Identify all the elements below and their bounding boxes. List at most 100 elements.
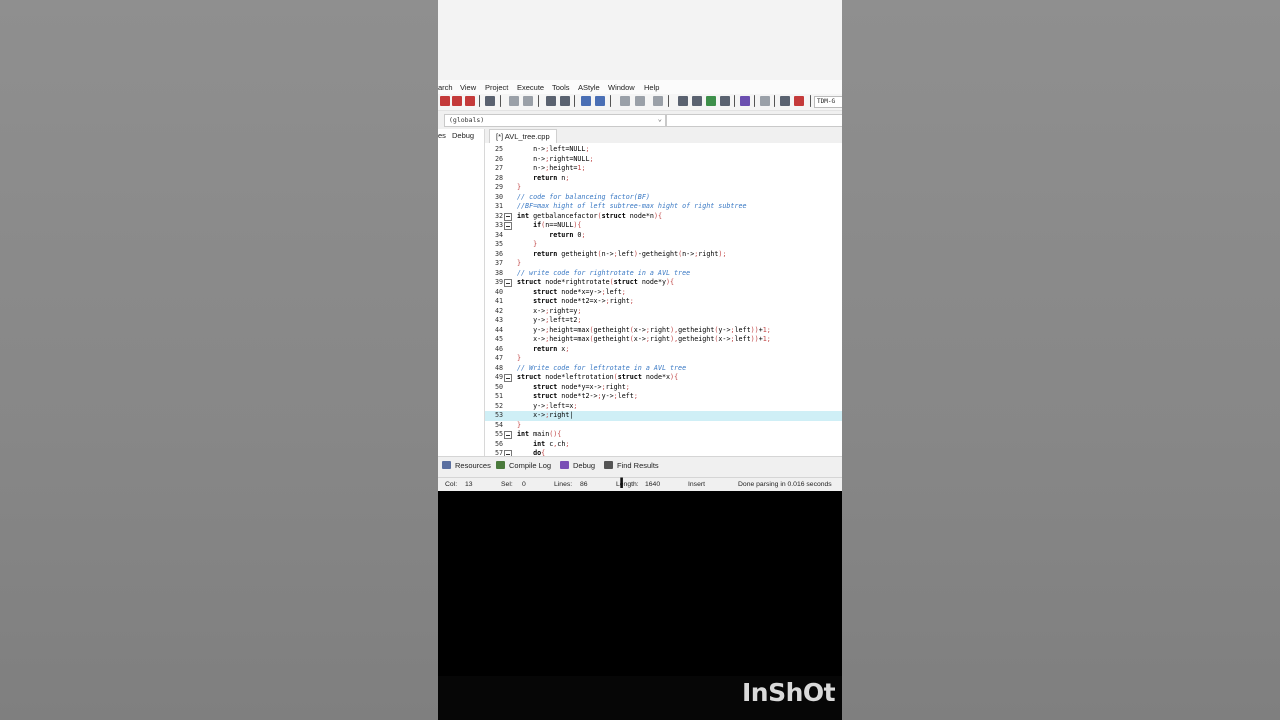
close-file-icon[interactable] xyxy=(440,96,450,106)
code-line[interactable]: 45 x->;height=max(getheight(x->;right),g… xyxy=(485,335,842,345)
menu-astyle[interactable]: AStyle xyxy=(578,83,600,92)
top-blank-area xyxy=(438,0,842,80)
menu-project[interactable]: Project xyxy=(485,83,508,92)
scope-select[interactable]: (globals) ⌄ xyxy=(444,114,666,127)
unindent-icon[interactable] xyxy=(595,96,605,106)
line-number: 30 xyxy=(494,192,503,201)
check-icon[interactable] xyxy=(740,96,750,106)
bookmark-next-icon[interactable] xyxy=(635,96,645,106)
code-line[interactable]: 30 // code for balanceing factor(BF) xyxy=(485,193,842,203)
code-text: struct node*y=x->;right; xyxy=(533,382,630,391)
menu-view[interactable]: View xyxy=(460,83,476,92)
table-icon[interactable] xyxy=(706,96,716,106)
replace-icon[interactable] xyxy=(560,96,570,106)
code-line[interactable]: 26 n->;right=NULL; xyxy=(485,155,842,165)
fold-toggle-icon[interactable] xyxy=(504,222,512,230)
line-number: 49 xyxy=(494,373,503,381)
code-line[interactable]: 41 struct node*t2=x->;right; xyxy=(485,297,842,307)
code-line[interactable]: 29} xyxy=(485,183,842,193)
grid-small-icon[interactable] xyxy=(720,96,730,106)
code-line[interactable]: 49 struct node*leftrotation(struct node*x… xyxy=(485,373,842,383)
close-all-icon[interactable] xyxy=(452,96,462,106)
line-number: 35 xyxy=(494,240,503,248)
redo-icon[interactable] xyxy=(523,96,533,106)
shield-icon[interactable] xyxy=(653,96,663,106)
code-comment: // Write code for leftrotate in a AVL tr… xyxy=(517,363,687,372)
toolbar-separator xyxy=(500,95,501,107)
fold-toggle-icon[interactable] xyxy=(504,374,512,382)
code-line[interactable]: 28 return n; xyxy=(485,174,842,184)
code-text: x->;right| xyxy=(517,411,574,419)
code-text: return getheight(n->;left)-getheight(n->… xyxy=(533,249,727,258)
code-line[interactable]: 51 struct node*t2->;y->;left; xyxy=(485,392,842,402)
line-number: 26 xyxy=(494,154,503,163)
code-line[interactable]: 48 // Write code for leftrotate in a AVL … xyxy=(485,364,842,374)
code-editor[interactable]: 25 n->;left=NULL; 26 n->;right=NULL; 27 n-… xyxy=(485,143,842,456)
code-line[interactable]: 38 // write code for rightrotate in a AVL… xyxy=(485,269,842,279)
code-line[interactable]: 31 //BF=max hight of left subtree-max hig… xyxy=(485,202,842,212)
code-line[interactable]: 32 int getbalancefactor(struct node*n){ xyxy=(485,212,842,222)
line-number: 51 xyxy=(494,392,503,400)
code-line[interactable]: 50 struct node*y=x->;right; xyxy=(485,383,842,393)
tab-debug-left[interactable]: Debug xyxy=(452,131,474,140)
code-line[interactable]: 40 struct node*x=y->;left; xyxy=(485,288,842,298)
cancel-icon[interactable] xyxy=(760,96,770,106)
print-icon[interactable] xyxy=(485,96,495,106)
line-number: 46 xyxy=(494,344,503,353)
code-line[interactable]: 27 n->;height=1; xyxy=(485,164,842,174)
fold-toggle-icon[interactable] xyxy=(504,279,512,287)
tab-compile-log[interactable]: Compile Log xyxy=(496,461,551,470)
code-text: return n; xyxy=(533,173,570,182)
code-line[interactable]: 54} xyxy=(485,421,842,431)
find-icon[interactable] xyxy=(546,96,556,106)
close-project-icon[interactable] xyxy=(465,96,475,106)
line-number: 56 xyxy=(494,439,503,448)
code-line[interactable]: 57 do{ xyxy=(485,449,842,456)
code-line[interactable]: 42 x->;right=y; xyxy=(485,307,842,317)
video-frame: arch View Project Execute Tools AStyle W… xyxy=(438,0,842,720)
menu-execute[interactable]: Execute xyxy=(517,83,544,92)
code-line[interactable]: 46 return x; xyxy=(485,345,842,355)
code-line[interactable]: 35 } xyxy=(485,240,842,250)
menu-search[interactable]: arch xyxy=(438,83,453,92)
code-comment: // write code for rightrotate in a AVL t… xyxy=(517,268,691,277)
code-line[interactable]: 34 return 0; xyxy=(485,231,842,241)
profile-icon[interactable] xyxy=(794,96,804,106)
code-line[interactable]: 44 y->;height=max(getheight(x->;right),g… xyxy=(485,326,842,336)
code-line[interactable]: 25 n->;left=NULL; xyxy=(485,145,842,155)
code-line[interactable]: 36 return getheight(n->;left)-getheight(… xyxy=(485,250,842,260)
code-text: int c,ch; xyxy=(533,439,570,448)
undo-icon[interactable] xyxy=(509,96,519,106)
grid-icon[interactable] xyxy=(678,96,688,106)
code-line[interactable]: 52 y->;left=x; xyxy=(485,402,842,412)
code-line[interactable]: 47} xyxy=(485,354,842,364)
code-text: } xyxy=(517,259,522,267)
tab-resources[interactable]: Resources xyxy=(442,461,491,470)
code-line[interactable]: 55 int main(){ xyxy=(485,430,842,440)
code-line[interactable]: 56 int c,ch; xyxy=(485,440,842,450)
code-line[interactable]: 37} xyxy=(485,259,842,269)
symbol-select[interactable] xyxy=(666,114,842,127)
compiler-select[interactable]: TDM-G xyxy=(814,96,842,108)
tab-find-results-label: Find Results xyxy=(617,461,659,470)
tab-debug-bottom[interactable]: Debug xyxy=(560,461,595,470)
line-number: 40 xyxy=(494,287,503,296)
fold-toggle-icon[interactable] xyxy=(504,431,512,439)
chart-icon[interactable] xyxy=(780,96,790,106)
code-line[interactable]: 39 struct node*rightrotate(struct node*y)… xyxy=(485,278,842,288)
tab-find-results[interactable]: Find Results xyxy=(604,461,659,470)
code-text: n->;left=NULL; xyxy=(517,145,590,153)
fold-toggle-icon[interactable] xyxy=(504,212,512,221)
chevron-down-icon: ⌄ xyxy=(657,115,662,123)
code-line[interactable]: 53 x->;right| xyxy=(485,411,842,421)
bookmark-prev-icon[interactable] xyxy=(620,96,630,106)
window-icon[interactable] xyxy=(692,96,702,106)
code-line[interactable]: 43 y->;left=t2; xyxy=(485,316,842,326)
menu-help[interactable]: Help xyxy=(644,83,659,92)
code-line[interactable]: 33 if(n==NULL){ xyxy=(485,221,842,231)
menu-window[interactable]: Window xyxy=(608,83,635,92)
tab-classes[interactable]: es xyxy=(438,131,446,140)
indent-icon[interactable] xyxy=(581,96,591,106)
menu-tools[interactable]: Tools xyxy=(552,83,570,92)
insert-mode: Insert xyxy=(688,481,705,488)
